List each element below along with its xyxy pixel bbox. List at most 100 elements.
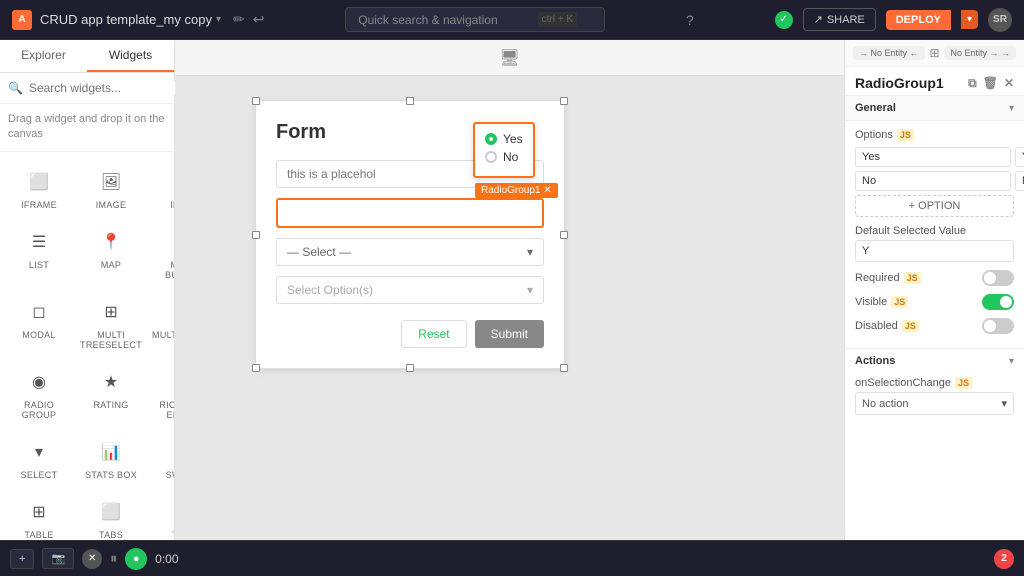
form-multiselect[interactable]: Select Option(s) ▾: [276, 276, 544, 304]
disabled-toggle[interactable]: [982, 318, 1014, 334]
tabs-icon: ⬜: [97, 498, 125, 526]
list-label: LIST: [29, 260, 49, 270]
tab-widgets[interactable]: Widgets: [87, 40, 174, 72]
on-selection-js-badge[interactable]: JS: [955, 377, 972, 389]
widget-modal[interactable]: ◻ MODAL: [4, 290, 74, 358]
widget-tabs[interactable]: ⬜ TABS: [76, 490, 146, 540]
handle-tc[interactable]: [406, 97, 414, 105]
multi-treeselect-icon: ⊞: [97, 298, 125, 326]
copy-icon[interactable]: ⧉: [968, 76, 977, 91]
widget-menu-button[interactable]: ⋮ MENU BUTTON: [148, 220, 174, 288]
handle-bl[interactable]: [252, 364, 260, 372]
search-bar[interactable]: Quick search & navigation ctrl + K: [345, 7, 605, 32]
widget-rating[interactable]: ★ RATING: [76, 360, 146, 428]
record-button[interactable]: ●: [125, 548, 147, 570]
stop-button[interactable]: ✕: [82, 549, 102, 569]
grid-icon[interactable]: ⊞: [929, 46, 939, 60]
select-chevron-icon: ▾: [527, 245, 533, 259]
actions-section-header[interactable]: Actions ▾: [845, 349, 1024, 373]
radio-group-badge[interactable]: RadioGroup1 ✕: [475, 183, 558, 198]
table-icon: ⊞: [25, 498, 53, 526]
sidebar-tabs: Explorer Widgets: [0, 40, 174, 73]
panel-topbar: → No Entity ← ⊞ No Entity → →: [845, 40, 1024, 67]
default-selected-label: Default Selected Value: [855, 225, 1014, 237]
default-selected-input[interactable]: [855, 240, 1014, 262]
canvas-area[interactable]: 🖥 Form — Select — ▾ Select Option(s) ▾: [175, 40, 844, 540]
edit-icon[interactable]: ✏: [233, 11, 245, 28]
reset-button[interactable]: Reset: [401, 320, 466, 348]
handle-tr[interactable]: [560, 97, 568, 105]
submit-button[interactable]: Submit: [475, 320, 544, 348]
widget-list[interactable]: ☰ LIST: [4, 220, 74, 288]
drag-hint: Drag a widget and drop it on the canvas: [0, 104, 174, 152]
widget-search[interactable]: 🔍: [0, 73, 174, 104]
radio-group-widget[interactable]: Yes No RadioGroup1 ✕: [473, 122, 535, 178]
widget-rich-text-editor[interactable]: T RICH TEXT EDITOR: [148, 360, 174, 428]
required-js-badge[interactable]: JS: [904, 272, 921, 284]
required-toggle[interactable]: [982, 270, 1014, 286]
add-button[interactable]: +: [10, 549, 34, 569]
history-icon[interactable]: ↩: [253, 11, 265, 28]
add-option-button[interactable]: + OPTION: [855, 195, 1014, 217]
visible-js-badge[interactable]: JS: [891, 296, 908, 308]
radio-item-yes[interactable]: Yes: [485, 132, 523, 146]
actions-section-title: Actions: [855, 355, 895, 367]
handle-tl[interactable]: [252, 97, 260, 105]
widget-switch[interactable]: ⊙ SWITCH: [148, 430, 174, 488]
option-yes-label-input[interactable]: [855, 147, 1011, 167]
widget-iframe[interactable]: ⬜ IFRAME: [4, 160, 74, 218]
widget-grid: ⬜ IFRAME 🖼 IMAGE ▭ INPUT ☰ LIST 📍 MAP: [0, 152, 174, 540]
title-chevron-icon: ▾: [216, 14, 221, 25]
handle-br[interactable]: [560, 364, 568, 372]
widget-table[interactable]: ⊞ TABLE: [4, 490, 74, 540]
radio-group-icon: ◉: [25, 368, 53, 396]
disabled-row: Disabled JS: [855, 316, 1014, 336]
options-label: Options JS: [855, 129, 1014, 141]
options-js-badge[interactable]: JS: [897, 129, 914, 141]
handle-bc[interactable]: [406, 364, 414, 372]
option-no-value-input[interactable]: [1015, 171, 1024, 191]
general-section-header[interactable]: General ▾: [845, 95, 1024, 121]
option-no-label-input[interactable]: [855, 171, 1011, 191]
option-yes-value-input[interactable]: [1015, 147, 1024, 167]
handle-mr[interactable]: [560, 231, 568, 239]
share-button[interactable]: ↗ SHARE: [803, 8, 876, 31]
widget-text[interactable]: T TEXT: [148, 490, 174, 540]
notification-badge[interactable]: 2: [994, 549, 1014, 569]
tab-explorer[interactable]: Explorer: [0, 40, 87, 72]
general-panel-body: Options JS 🗑 🗑 + OPTION Default Selected…: [845, 121, 1024, 348]
widget-map[interactable]: 📍 MAP: [76, 220, 146, 288]
widget-multi-treeselect[interactable]: ⊞ MULTI TREESELECT: [76, 290, 146, 358]
pause-icon[interactable]: ⏸: [110, 550, 117, 567]
deploy-button[interactable]: DEPLOY: [886, 10, 951, 30]
widget-name: RadioGroup1: [855, 75, 944, 91]
handle-ml[interactable]: [252, 231, 260, 239]
entity-left-badge: → No Entity ←: [853, 46, 925, 60]
disabled-js-badge[interactable]: JS: [902, 320, 919, 332]
panel-icons: ⊞: [929, 46, 939, 60]
widget-image[interactable]: 🖼 IMAGE: [76, 160, 146, 218]
delete-icon[interactable]: 🗑: [983, 76, 998, 91]
close-icon[interactable]: ✕: [1004, 76, 1014, 91]
form-highlighted-input[interactable]: [276, 198, 544, 228]
general-chevron-icon: ▾: [1009, 103, 1014, 114]
input-label: INPUT: [170, 200, 174, 210]
camera-button[interactable]: 📷: [42, 548, 74, 569]
deploy-caret-button[interactable]: ▾: [961, 10, 978, 29]
widget-stats-box[interactable]: 📊 STATS BOX: [76, 430, 146, 488]
widget-multiselect[interactable]: ☰ MULTISELECT: [148, 290, 174, 358]
form-select[interactable]: — Select — ▾: [276, 238, 544, 266]
action-select[interactable]: No action ▾: [855, 392, 1014, 415]
help-icon[interactable]: ?: [686, 12, 694, 28]
visible-toggle[interactable]: [982, 294, 1014, 310]
widget-radio-group[interactable]: ◉ RADIO GROUP: [4, 360, 74, 428]
timer-display: 0:00: [155, 552, 178, 566]
topbar: A CRUD app template_my copy ▾ ✏ ↩ Quick …: [0, 0, 1024, 40]
widget-select[interactable]: ▾ SELECT: [4, 430, 74, 488]
radio-item-no[interactable]: No: [485, 150, 523, 164]
modal-icon: ◻: [25, 298, 53, 326]
disabled-label: Disabled JS: [855, 320, 919, 332]
search-input[interactable]: [29, 81, 184, 95]
multiselect-icon: ☰: [170, 298, 174, 326]
widget-input[interactable]: ▭ INPUT: [148, 160, 174, 218]
